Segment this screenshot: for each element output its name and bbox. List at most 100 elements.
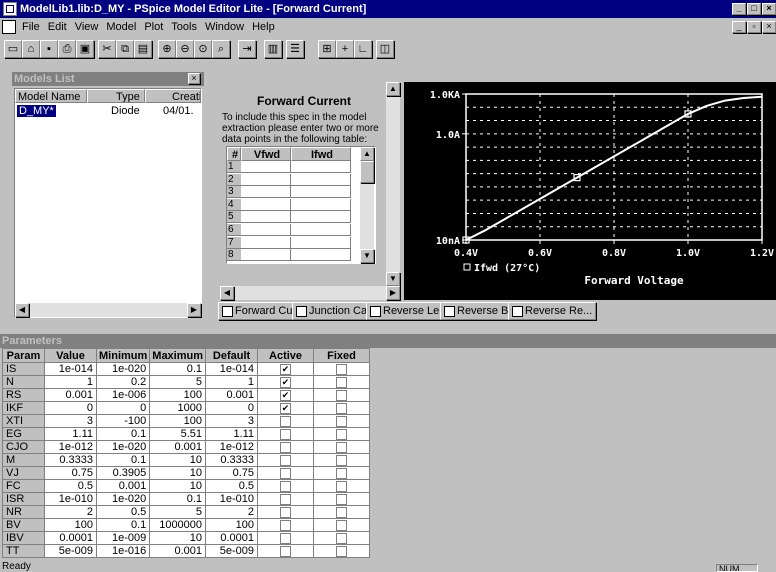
param-def[interactable]: 100 [205,518,259,532]
axis-button[interactable]: ∟ [354,40,372,58]
param-min[interactable]: 0.5 [95,505,151,519]
fixed-checkbox[interactable] [336,376,348,388]
param-min[interactable]: 0.1 [95,453,151,467]
document-icon[interactable] [2,20,16,34]
param-col-value[interactable]: Value [44,348,97,363]
param-def[interactable]: 5e-009 [205,544,259,558]
param-v[interactable]: 1.11 [44,427,97,441]
param-def[interactable]: 1.11 [205,427,259,441]
spec-cell-vfwd[interactable] [241,236,291,249]
spec-cell-vfwd[interactable] [241,186,291,199]
param-v[interactable]: 0.75 [44,466,97,480]
param-min[interactable]: 1e-016 [95,544,151,558]
active-checkbox[interactable] [280,480,292,492]
active-checkbox[interactable] [280,532,292,544]
param-v[interactable]: 0.0001 [44,531,97,545]
fixed-checkbox[interactable] [336,428,348,440]
param-col-active[interactable]: Active [257,348,315,363]
param-v[interactable]: 1e-014 [44,362,97,376]
param-min[interactable]: 1e-020 [95,362,151,376]
fixed-checkbox[interactable] [336,545,348,557]
param-min[interactable]: 0.1 [95,427,151,441]
param-v[interactable]: 3 [44,414,97,428]
param-min[interactable]: 0.3905 [95,466,151,480]
active-checkbox[interactable] [280,506,292,518]
menu-window[interactable]: Window [201,18,248,36]
cut-button[interactable]: ✂ [98,40,116,58]
param-name[interactable]: IBV [2,531,45,545]
spec-hscroll-left[interactable]: ◀ [220,286,234,300]
param-max[interactable]: 0.001 [149,440,207,454]
spec-cell-vfwd[interactable] [241,211,291,224]
param-def[interactable]: 2 [205,505,259,519]
spec-cell-vfwd[interactable] [241,224,291,236]
new-button[interactable]: ▭ [4,40,22,58]
menu-model[interactable]: Model [102,18,140,36]
param-min[interactable]: 1e-006 [95,388,151,402]
param-min[interactable]: 1e-009 [95,531,151,545]
add-trace-button[interactable]: ⊞ [318,40,336,58]
menu-tools[interactable]: Tools [167,18,201,36]
fixed-checkbox[interactable] [336,467,348,479]
active-checkbox[interactable] [280,454,292,466]
column-creation[interactable]: Creatio [145,89,201,103]
param-def[interactable]: 0.5 [205,479,259,493]
param-name[interactable]: XTI [2,414,45,428]
models-list-view[interactable]: Model Name Type Creatio D_MY* Diode 04/0… [14,88,202,318]
param-col-minimum[interactable]: Minimum [95,348,151,363]
param-def[interactable]: 0.3333 [205,453,259,467]
tile-button[interactable]: ☰ [286,40,304,58]
fixed-checkbox[interactable] [336,519,348,531]
param-max[interactable]: 5 [149,505,207,519]
param-min[interactable]: 0.2 [95,375,151,389]
param-max[interactable]: 10 [149,479,207,493]
forward-current-chart[interactable]: 10nA 1.0A 1.0KA 0.4V 0.6V 0.8V 1.0V 1.2V Ifwd (2… [404,82,776,300]
minimize-button[interactable]: _ [732,3,746,15]
param-name[interactable]: EG [2,427,45,441]
param-max[interactable]: 0.001 [149,544,207,558]
spec-scroll-up[interactable]: ▲ [360,147,374,161]
fixed-checkbox[interactable] [336,402,348,414]
fixed-checkbox[interactable] [336,506,348,518]
param-def[interactable]: 1 [205,375,259,389]
param-def[interactable]: 0.75 [205,466,259,480]
param-v[interactable]: 1 [44,375,97,389]
copy-button[interactable]: ⧉ [116,40,134,58]
param-def[interactable]: 1e-012 [205,440,259,454]
param-max[interactable]: 5.51 [149,427,207,441]
save-button[interactable]: ▪ [40,40,58,58]
param-name[interactable]: M [2,453,45,467]
active-checkbox[interactable]: ✔ [280,363,292,375]
param-name[interactable]: CJO [2,440,45,454]
spec-cell-ifwd[interactable] [291,236,351,249]
param-name[interactable]: NR [2,505,45,519]
extract-button[interactable]: ⇥ [238,40,256,58]
param-col-fixed[interactable]: Fixed [313,348,371,363]
print-button[interactable]: ⎙ [58,40,76,58]
param-name[interactable]: VJ [2,466,45,480]
param-max[interactable]: 10 [149,453,207,467]
param-col-default[interactable]: Default [205,348,259,363]
column-type[interactable]: Type [87,89,145,103]
param-name[interactable]: ISR [2,492,45,506]
doc-minimize-button[interactable]: _ [732,21,746,33]
param-v[interactable]: 5e-009 [44,544,97,558]
fixed-checkbox[interactable] [336,415,348,427]
param-name[interactable]: IS [2,362,45,376]
fixed-checkbox[interactable] [336,454,348,466]
param-col-param[interactable]: Param [2,348,45,363]
active-checkbox[interactable] [280,545,292,557]
param-v[interactable]: 0.001 [44,388,97,402]
param-v[interactable]: 0 [44,401,97,415]
param-col-maximum[interactable]: Maximum [149,348,207,363]
param-min[interactable]: 0.1 [95,518,151,532]
spec-vscrollbar[interactable]: ▲ ▼ [386,82,400,286]
maximize-button[interactable]: □ [747,3,761,15]
param-min[interactable]: 1e-020 [95,440,151,454]
print-preview-button[interactable]: ▣ [76,40,94,58]
close-button[interactable]: × [762,3,776,15]
spec-cell-vfwd[interactable] [241,173,291,186]
spec-vscroll-down[interactable]: ▼ [386,272,400,286]
active-checkbox[interactable] [280,519,292,531]
active-checkbox[interactable]: ✔ [280,389,292,401]
